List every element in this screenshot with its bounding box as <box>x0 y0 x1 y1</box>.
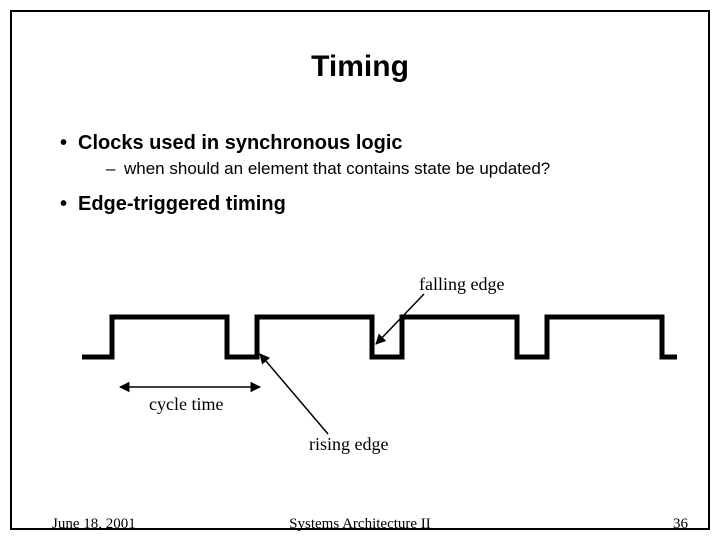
bullet-dot-icon: • <box>60 132 78 155</box>
bullet-list: •Clocks used in synchronous logic –when … <box>60 132 708 216</box>
footer-page: 36 <box>673 516 688 533</box>
bullet-dot-icon: • <box>60 193 78 216</box>
bullet-text: Edge-triggered timing <box>78 193 286 215</box>
slide-frame: Timing •Clocks used in synchronous logic… <box>10 10 710 530</box>
rising-edge-arrow <box>260 354 328 434</box>
timing-diagram: falling edge cycle time rising edge <box>12 262 712 462</box>
bullet-text: when should an element that contains sta… <box>124 159 550 178</box>
bullet-text: Clocks used in synchronous logic <box>78 132 403 154</box>
slide-title: Timing <box>12 50 708 84</box>
bullet-level1: •Clocks used in synchronous logic <box>60 132 708 155</box>
bullet-level2: –when should an element that contains st… <box>106 159 708 179</box>
bullet-level1: •Edge-triggered timing <box>60 193 708 216</box>
bullet-dash-icon: – <box>106 159 124 179</box>
footer-course: Systems Architecture II <box>12 516 708 533</box>
clock-waveform-svg <box>12 262 712 462</box>
clock-signal <box>82 317 677 357</box>
